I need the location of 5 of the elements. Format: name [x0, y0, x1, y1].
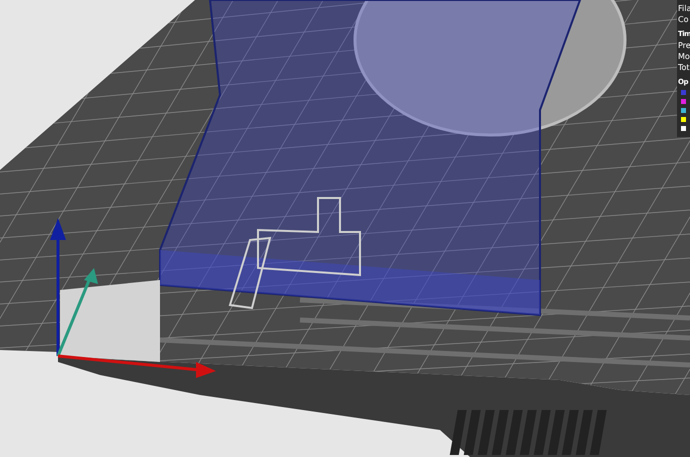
axes-icon: [50, 218, 216, 378]
legend-label: Pre: [678, 40, 690, 51]
legend-label: Co: [678, 14, 690, 25]
legend-label: Mo: [678, 51, 690, 62]
legend-label: Tot: [678, 62, 690, 73]
